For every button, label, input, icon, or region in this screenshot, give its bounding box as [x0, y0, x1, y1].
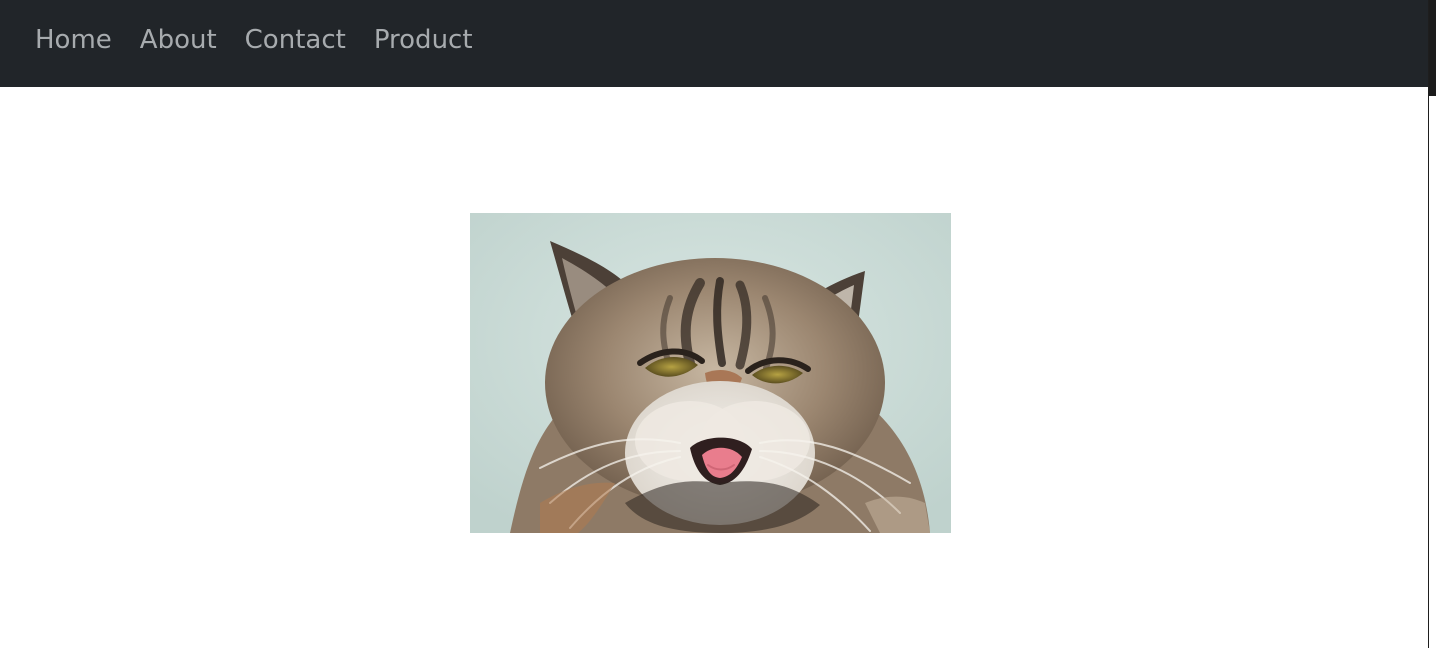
- main-content: [0, 87, 1428, 648]
- nav-link-home[interactable]: Home: [35, 25, 112, 55]
- vertical-scrollbar-thumb[interactable]: [1429, 0, 1436, 96]
- nav-link-contact[interactable]: Contact: [245, 25, 346, 55]
- nav-item-home[interactable]: Home: [35, 27, 112, 53]
- cat-photo: [470, 213, 951, 533]
- top-navbar: Home About Contact Product: [0, 0, 1428, 87]
- nav-menu: Home About Contact Product: [35, 0, 473, 80]
- vertical-scrollbar-track[interactable]: [1428, 0, 1436, 648]
- nav-link-about[interactable]: About: [140, 25, 217, 55]
- cat-illustration: [470, 213, 951, 533]
- nav-item-contact[interactable]: Contact: [245, 27, 346, 53]
- nav-link-product[interactable]: Product: [374, 25, 473, 55]
- nav-item-product[interactable]: Product: [374, 27, 473, 53]
- nav-item-about[interactable]: About: [140, 27, 217, 53]
